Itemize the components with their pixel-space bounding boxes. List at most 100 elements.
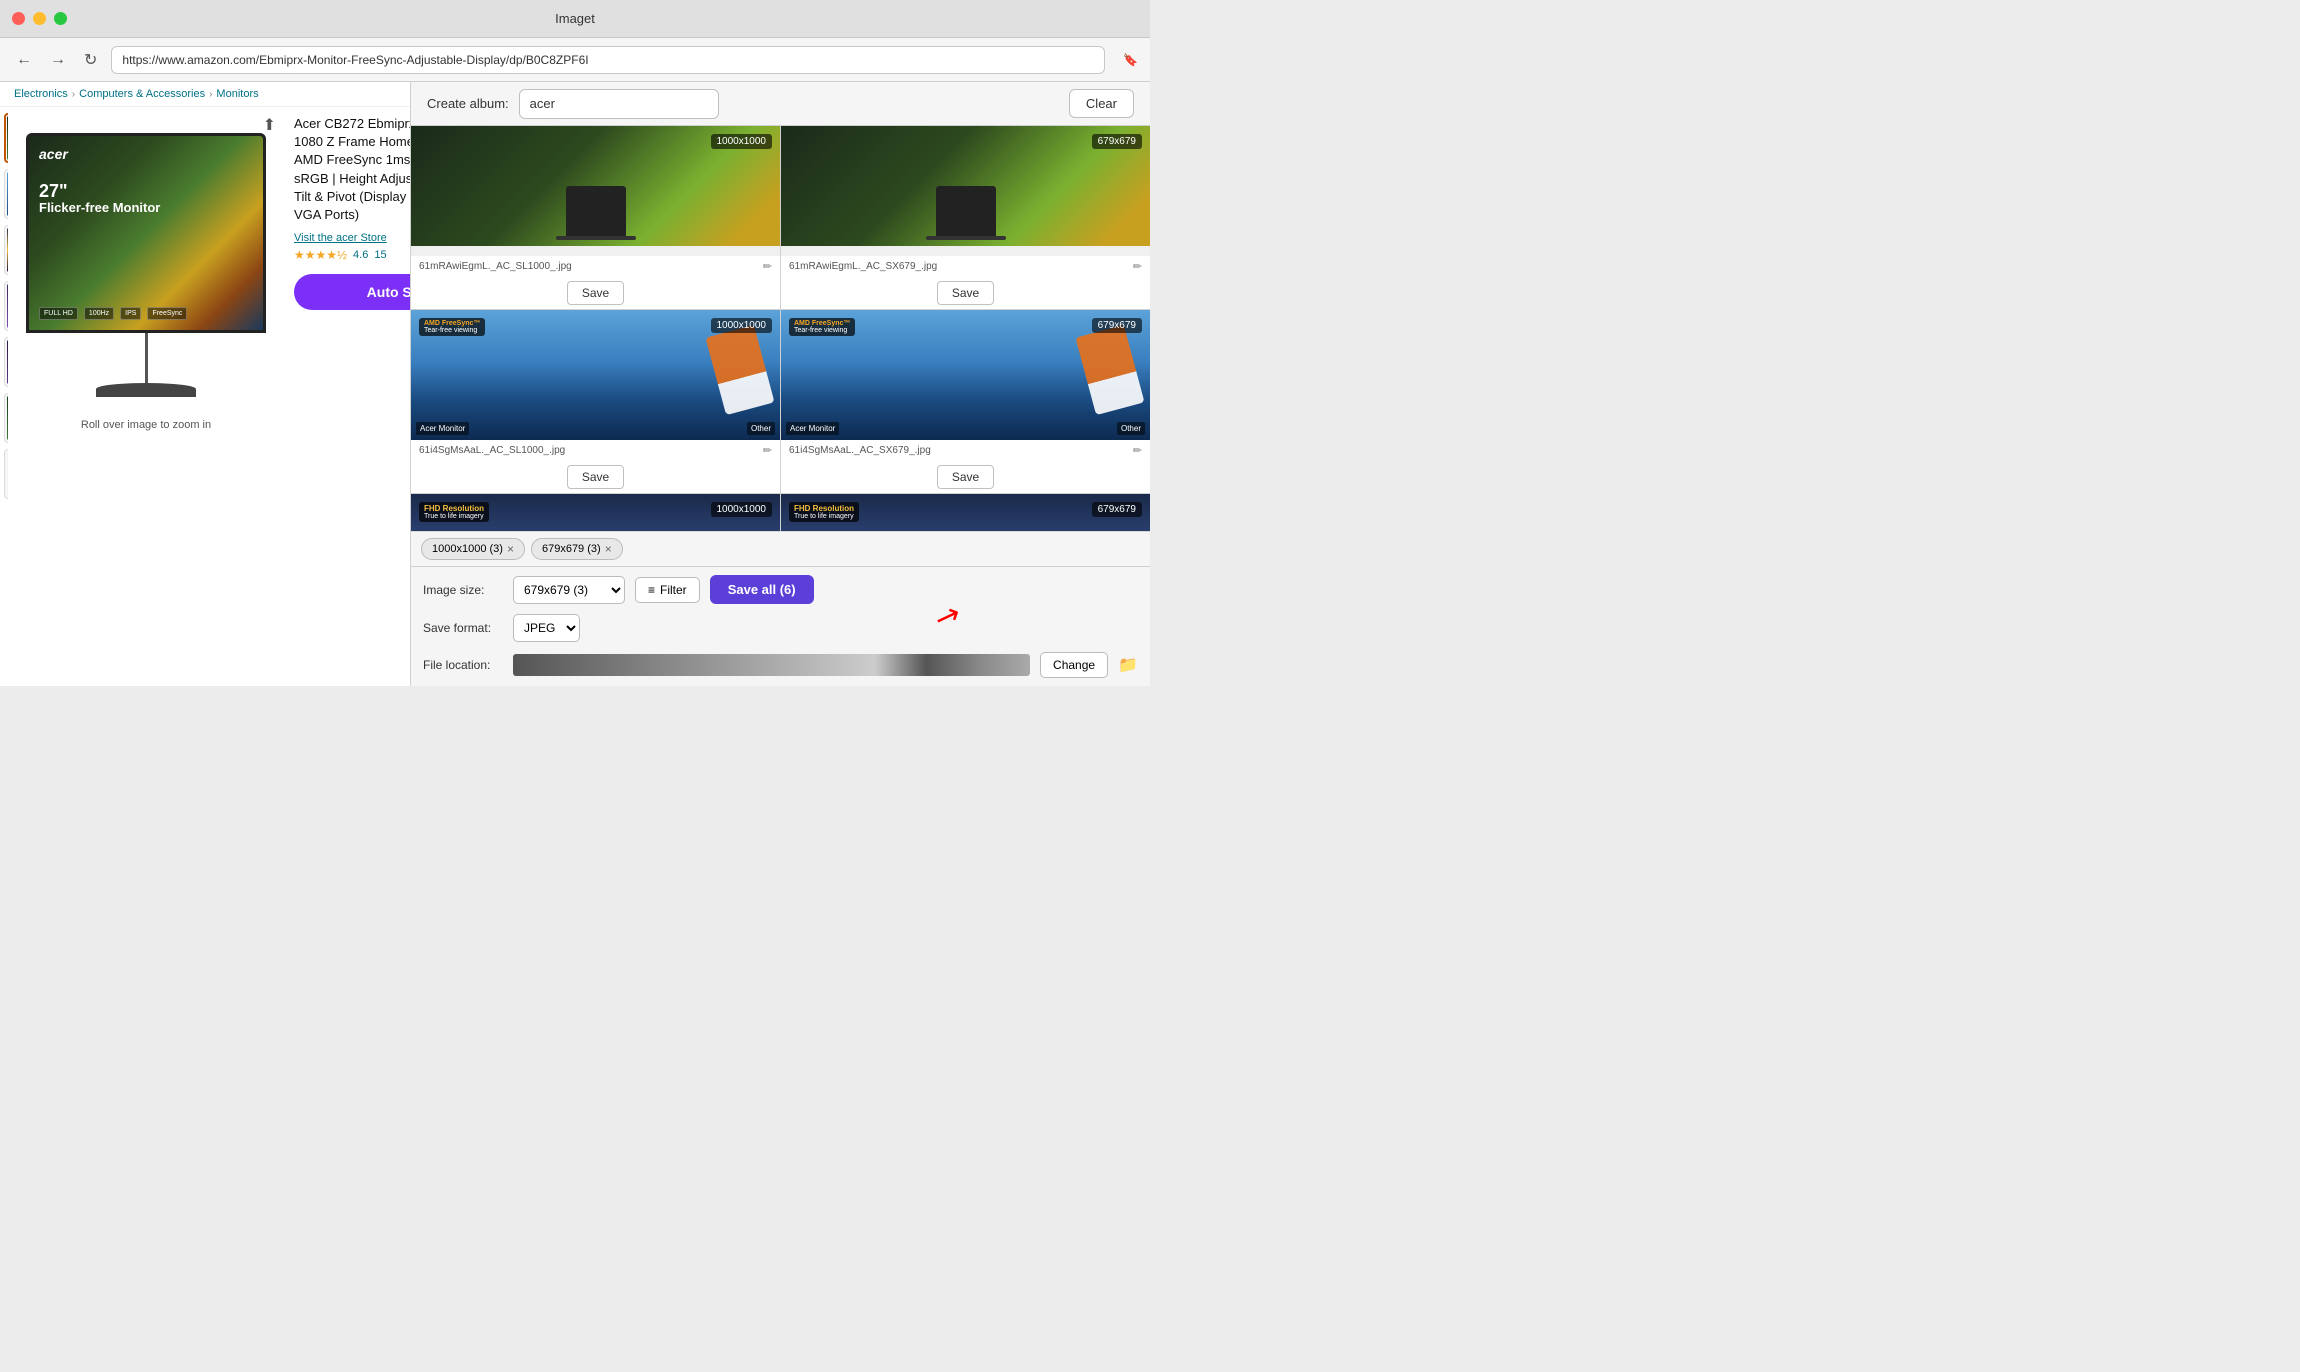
close-button[interactable] [12,12,25,25]
refresh-button[interactable]: ↻ [80,46,101,74]
image-preview-1: 1000x1000 [411,126,780,256]
bottom-row-2: Save format: JPEG PNG WebP [423,614,1138,642]
file-location-label: File location: [423,658,503,672]
titlebar: Imaget [0,0,1150,38]
image-grid: 1000x1000 61mRAwiEgmL._AC_SL1000_.jpg ✏ … [411,126,1150,531]
roll-over-label: Roll over image to zoom in [81,419,211,431]
breadcrumb: Electronics › Computers & Accessories › … [0,82,410,107]
filename-1: 61mRAwiEgmL._AC_SL1000_.jpg [419,261,757,272]
monitor-base [96,383,196,397]
maximize-button[interactable] [54,12,67,25]
fhd-badge-2: FHD Resolution True to life imagery [789,502,859,522]
tags-row: 1000x1000 (3) × 679x679 (3) × [411,531,1150,566]
size-badge-4: 679x679 [1092,318,1142,333]
bottom-row-3: File location: Change 📁 [423,652,1138,678]
tag-679-close[interactable]: × [605,542,612,556]
minimize-button[interactable] [33,12,46,25]
change-button[interactable]: Change [1040,652,1108,678]
monitor-overlay-text: acer 27" Flicker-free Monitor [39,146,160,215]
amd-freesync-badge-1: AMD FreeSync™ Tear-free viewing [419,318,485,336]
size-badge-2: 679x679 [1092,134,1142,149]
store-link[interactable]: Visit the acer Store [294,232,410,244]
tag-1000-close[interactable]: × [507,542,514,556]
url-text: https://www.amazon.com/Ebmiprx-Monitor-F… [122,53,588,67]
auto-scroll-button[interactable]: Auto Scroll [294,274,410,310]
app-title: Imaget [555,11,595,26]
monitor-display-image: acer 27" Flicker-free Monitor FULL HD 10… [26,133,266,333]
freesync-badge: FreeSync [147,307,187,320]
size-badge-6: 679x679 [1092,502,1142,517]
monitor-subtitle: Flicker-free Monitor [39,200,160,215]
breadcrumb-electronics[interactable]: Electronics [14,88,68,100]
tag-1000-label: 1000x1000 (3) [432,543,503,555]
image-cell-5: FHD Resolution True to life imagery 1080… [411,494,780,531]
url-bar[interactable]: https://www.amazon.com/Ebmiprx-Monitor-F… [111,46,1105,74]
amd-freesync-badge-2: AMD FreeSync™ Tear-free viewing [789,318,855,336]
fullhd-badge: FULL HD [39,307,78,320]
image-cell-2: 679x679 61mRAwiEgmL._AC_SX679_.jpg ✏ Sav… [781,126,1150,309]
folder-icon-button[interactable]: 📁 [1118,655,1138,675]
tag-679: 679x679 (3) × [531,538,623,560]
file-location-bar [513,654,1030,676]
monitor-size-text: 27" [39,182,160,200]
image-preview-4: AMD FreeSync™ Tear-free viewing Acer Mon… [781,310,1150,440]
monitor-badges-row: FULL HD 100Hz IPS FreeSync [39,307,187,320]
save-all-button[interactable]: Save all (6) [710,575,814,604]
save-button-1[interactable]: Save [567,281,624,305]
album-input[interactable] [519,89,719,119]
cell-footer-4: 61i4SgMsAaL._AC_SX679_.jpg ✏ [781,440,1150,461]
image-cell-4: AMD FreeSync™ Tear-free viewing Acer Mon… [781,310,1150,493]
product-info: Acer CB272 Ebmiprx 27" F 1920 x 1080 Z F… [284,107,410,686]
breadcrumb-monitors[interactable]: Monitors [216,88,258,100]
edit-icon-4[interactable]: ✏ [1133,444,1142,457]
save-button-2[interactable]: Save [937,281,994,305]
back-button[interactable]: ← [12,47,36,73]
filter-icon: ≡ [648,583,655,597]
imaget-panel: Create album: Clear 1000x1000 61mRAwiEgm… [410,82,1150,686]
cell-footer-2: 61mRAwiEgmL._AC_SX679_.jpg ✏ [781,256,1150,277]
save-button-4[interactable]: Save [937,465,994,489]
save-format-select[interactable]: JPEG PNG WebP [513,614,580,642]
breadcrumb-sep-2: › [209,89,212,100]
tag-679-label: 679x679 (3) [542,543,601,555]
edit-icon-1[interactable]: ✏ [763,260,772,273]
bottom-row-1: Image size: 679x679 (3) 1000x1000 (3) Al… [423,575,1138,604]
forward-button[interactable]: → [46,47,70,73]
thumbnail-column: 360° [0,107,8,686]
save-button-3[interactable]: Save [567,465,624,489]
rating-value: 4.6 [353,249,368,261]
create-album-label: Create album: [427,96,509,111]
titlebar-buttons [12,12,67,25]
filter-button[interactable]: ≡ Filter [635,577,700,603]
hz-badge: 100Hz [84,307,114,320]
image-preview-2: 679x679 [781,126,1150,256]
clear-button[interactable]: Clear [1069,89,1134,118]
imaget-header: Create album: Clear [411,82,1150,126]
breadcrumb-sep-1: › [72,89,75,100]
star-rating: ★★★★½ [294,248,347,262]
product-title: Acer CB272 Ebmiprx 27" F 1920 x 1080 Z F… [294,115,410,224]
image-cell-6: FHD Resolution True to life imagery 1080… [781,494,1150,531]
breadcrumb-computers[interactable]: Computers & Accessories [79,88,205,100]
size-badge-5: 1000x1000 [711,502,773,517]
bottom-bar: Image size: 679x679 (3) 1000x1000 (3) Al… [411,566,1150,686]
monitor-brand: acer [39,146,160,162]
rating-row: ★★★★½ 4.6 15 [294,248,410,262]
fhd-badge-1: FHD Resolution True to life imagery [419,502,489,522]
edit-icon-3[interactable]: ✏ [763,444,772,457]
cell-footer-3: 61i4SgMsAaL._AC_SL1000_.jpg ✏ [411,440,780,461]
image-size-label: Image size: [423,583,503,597]
image-size-select[interactable]: 679x679 (3) 1000x1000 (3) All [513,576,625,604]
ips-badge: IPS [120,307,141,320]
save-format-label: Save format: [423,621,503,635]
rating-count: 15 [374,249,386,261]
image-cell-3: AMD FreeSync™ Tear-free viewing Acer Mon… [411,310,780,493]
filename-4: 61i4SgMsAaL._AC_SX679_.jpg [789,445,1127,456]
monitor-stand [145,333,148,383]
share-button[interactable]: ⬆ [263,115,276,135]
image-cell-1: 1000x1000 61mRAwiEgmL._AC_SL1000_.jpg ✏ … [411,126,780,309]
tag-1000: 1000x1000 (3) × [421,538,525,560]
edit-icon-2[interactable]: ✏ [1133,260,1142,273]
bookmark-icon[interactable]: 🔖 [1123,53,1138,67]
image-preview-6: FHD Resolution True to life imagery 1080… [781,494,1150,531]
